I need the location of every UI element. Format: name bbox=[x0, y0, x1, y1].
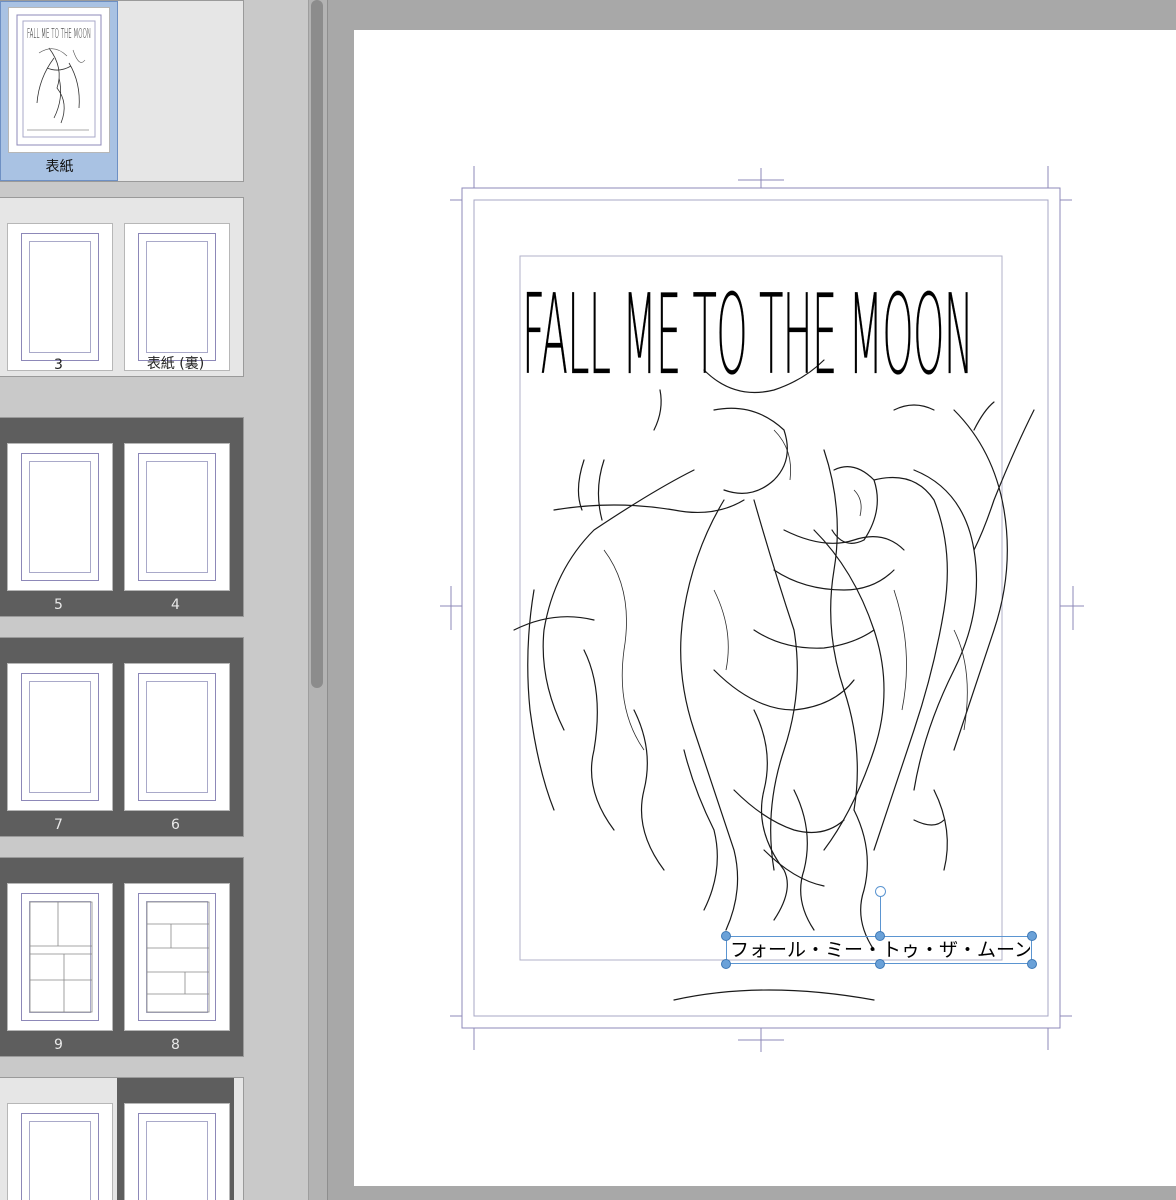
resize-handle-bottom-center[interactable] bbox=[875, 959, 885, 969]
page-thumbnail-next-right[interactable] bbox=[117, 1078, 234, 1200]
resize-handle-top-center[interactable] bbox=[875, 931, 885, 941]
spread-cover: FALL ME TO THE MOON 表紙 bbox=[0, 0, 244, 182]
bleed-guide bbox=[29, 461, 91, 573]
page-label: 表紙 (裏) bbox=[146, 356, 205, 372]
bleed-guide bbox=[146, 1121, 208, 1200]
page-thumbnail-4[interactable]: 4 bbox=[117, 418, 234, 616]
bleed-guide bbox=[146, 681, 208, 793]
page-thumbnail-image bbox=[8, 224, 112, 370]
page-label: 表紙 bbox=[45, 159, 74, 175]
resize-handle-bottom-right[interactable] bbox=[1027, 959, 1037, 969]
page-management-panel: FALL ME TO THE MOON 表紙 3 表紙 (裏) 5 4 7 6 … bbox=[0, 0, 308, 1200]
page-label: 6 bbox=[171, 817, 180, 833]
page-thumbnail-image bbox=[8, 884, 112, 1030]
resize-handle-bottom-left[interactable] bbox=[721, 959, 731, 969]
page-thumbnail-next-left[interactable] bbox=[0, 1078, 117, 1200]
page-thumbnail-5[interactable]: 5 bbox=[0, 418, 117, 616]
page-thumbnail-image bbox=[125, 444, 229, 590]
page-label: 8 bbox=[171, 1037, 180, 1053]
panel-layout-sketch bbox=[29, 901, 93, 1013]
page-thumbnail-cover-back[interactable]: 表紙 (裏) bbox=[117, 198, 234, 376]
page-thumbnail-image bbox=[8, 444, 112, 590]
spread-next bbox=[0, 1077, 244, 1200]
page-thumbnail-cover[interactable]: FALL ME TO THE MOON 表紙 bbox=[0, 1, 118, 181]
spread-3-cover-back: 3 表紙 (裏) bbox=[0, 197, 244, 377]
page-thumbnail-image bbox=[125, 224, 229, 370]
page-thumbnail-9[interactable]: 9 bbox=[0, 858, 117, 1056]
rotate-handle[interactable] bbox=[875, 886, 886, 897]
cover-thumbnail-art: FALL ME TO THE MOON bbox=[16, 14, 102, 146]
page-thumbnail-7[interactable]: 7 bbox=[0, 638, 117, 836]
bleed-guide bbox=[29, 681, 91, 793]
page-label: 5 bbox=[54, 597, 63, 613]
page-label: 9 bbox=[54, 1037, 63, 1053]
canvas-area[interactable]: FALL ME TO THE MOON フォール・ミー・トゥ・ザ・ムーン bbox=[330, 0, 1176, 1200]
resize-handle-top-left[interactable] bbox=[721, 931, 731, 941]
spread-5-4: 5 4 bbox=[0, 417, 244, 617]
bleed-guide bbox=[29, 1121, 91, 1200]
page-thumbnail-image bbox=[125, 884, 229, 1030]
spread-7-6: 7 6 bbox=[0, 637, 244, 837]
page-thumbnail-image bbox=[125, 664, 229, 810]
page-label: 3 bbox=[54, 357, 63, 373]
page-thumbnail-image bbox=[8, 1104, 112, 1200]
bleed-guide bbox=[146, 461, 208, 573]
rotate-handle-stem bbox=[880, 896, 881, 934]
thumbnail-cover-image: FALL ME TO THE MOON bbox=[9, 8, 109, 152]
page-thumbnail-image bbox=[125, 1104, 229, 1200]
canvas-page[interactable]: FALL ME TO THE MOON フォール・ミー・トゥ・ザ・ムーン bbox=[354, 30, 1176, 1186]
resize-handle-top-right[interactable] bbox=[1027, 931, 1037, 941]
svg-text:FALL ME TO THE MOON: FALL ME TO THE MOON bbox=[27, 27, 91, 42]
page-label: 7 bbox=[54, 817, 63, 833]
page-panel-scroll-thumb[interactable] bbox=[311, 0, 323, 688]
cover-title-text[interactable]: FALL ME TO THE MOON bbox=[522, 262, 974, 410]
panel-layout-sketch bbox=[146, 901, 210, 1013]
bleed-guide bbox=[146, 241, 208, 353]
cover-sketch-artwork bbox=[513, 359, 1035, 1001]
page-label: 4 bbox=[171, 597, 180, 613]
page-thumbnail-image bbox=[8, 664, 112, 810]
page-thumbnail-6[interactable]: 6 bbox=[117, 638, 234, 836]
page-thumbnail-3[interactable]: 3 bbox=[0, 198, 117, 376]
bleed-guide bbox=[29, 241, 91, 353]
spread-9-8: 9 8 bbox=[0, 857, 244, 1057]
page-thumbnail-8[interactable]: 8 bbox=[117, 858, 234, 1056]
